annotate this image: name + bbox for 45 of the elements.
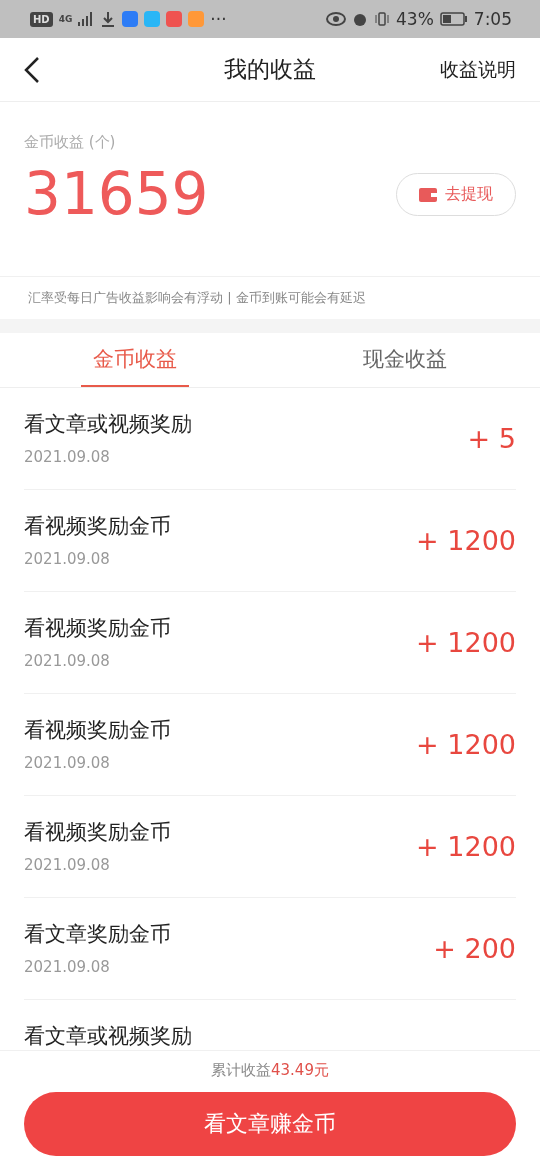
battery-icon: [439, 12, 468, 26]
vibrate-icon: [374, 11, 390, 27]
exchange-note: 汇率受每日广告收益影响会有浮动 | 金币到账可能会有延迟: [0, 276, 540, 333]
record-date: 2021.09.08: [24, 754, 111, 772]
record-title: 看视频奖励金币: [24, 717, 171, 744]
download-icon: [100, 11, 117, 27]
coin-earnings-label: 金币收益 (个): [24, 133, 116, 151]
signal-icon: [78, 12, 95, 26]
app-icon: [122, 11, 139, 27]
back-icon[interactable]: [24, 55, 40, 84]
record-amount: + 1200: [416, 627, 516, 658]
record-date: 2021.09.08: [24, 448, 111, 466]
record-date: 2021.09.08: [24, 856, 111, 874]
record-title: 看视频奖励金币: [24, 615, 171, 642]
record-amount: + 5: [467, 423, 516, 454]
page-title: 我的收益: [224, 55, 316, 84]
hd-badge: HD: [30, 11, 53, 27]
app-icon: [144, 11, 161, 27]
total-earnings: 累计收益43.49元: [211, 1061, 329, 1080]
app-icon: [166, 11, 183, 27]
record-title: 看文章或视频奖励: [24, 411, 192, 438]
withdraw-button[interactable]: 去提现: [396, 172, 516, 216]
record-date: 2021.09.08: [24, 958, 111, 976]
record-title: 看文章或视频奖励: [24, 1023, 192, 1050]
more-indicator: ···: [210, 9, 227, 29]
record-title: 看视频奖励金币: [24, 819, 171, 846]
tab[interactable]: 现金收益: [351, 333, 459, 387]
battery-percent: 43%: [396, 9, 434, 29]
record-amount: + 1200: [416, 525, 516, 556]
record-title: 看文章奖励金币: [24, 921, 171, 948]
earn-coins-button[interactable]: 看文章赚金币: [24, 1092, 516, 1156]
coin-balance: 31659: [24, 160, 209, 228]
network-label: 4G: [58, 14, 73, 24]
record-title: 看视频奖励金币: [24, 513, 171, 540]
earnings-info-link[interactable]: 收益说明: [440, 56, 516, 83]
eye-icon: [326, 12, 346, 26]
record-amount: + 1200: [416, 831, 516, 862]
record-date: 2021.09.08: [24, 652, 111, 670]
tab[interactable]: 金币收益: [81, 333, 189, 387]
record-amount: + 1200: [416, 729, 516, 760]
app-icon: [188, 11, 205, 27]
clock: 7:05: [473, 9, 512, 29]
record-amount: + 200: [433, 933, 516, 964]
record-date: 2021.09.08: [24, 550, 111, 568]
wallet-icon: [419, 186, 437, 202]
